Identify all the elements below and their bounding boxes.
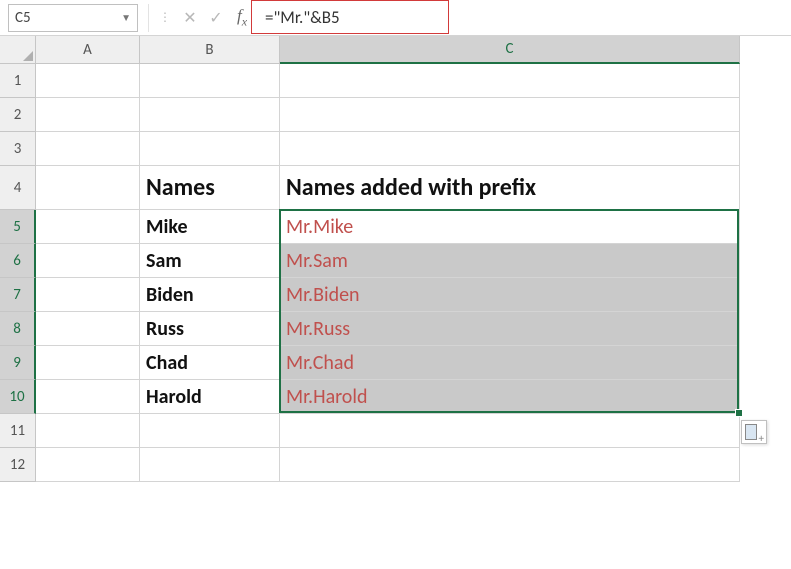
prefix-cell-8[interactable]: Mr.Russ	[280, 312, 740, 346]
formula-bar: C5 ▼ ⋮ ✕ ✓ fx ="Mr."&B5	[0, 0, 791, 36]
cell-C3[interactable]	[280, 132, 740, 166]
row-header-6[interactable]: 6	[0, 244, 36, 278]
name-cell-10[interactable]: Harold	[140, 380, 280, 414]
cell-B2[interactable]	[140, 98, 280, 132]
cell-A5[interactable]	[36, 210, 140, 244]
separator	[148, 4, 149, 32]
header-prefixed[interactable]: Names added with prefix	[280, 166, 740, 210]
chevron-down-icon: ▼	[121, 11, 131, 24]
row-header-11[interactable]: 11	[0, 414, 36, 448]
row-header-9[interactable]: 9	[0, 346, 36, 380]
row-header-12[interactable]: 12	[0, 448, 36, 482]
cell-A9[interactable]	[36, 346, 140, 380]
cell-B1[interactable]	[140, 64, 280, 98]
cell-A2[interactable]	[36, 98, 140, 132]
cell-A10[interactable]	[36, 380, 140, 414]
cell-C2[interactable]	[280, 98, 740, 132]
name-cell-5[interactable]: Mike	[140, 210, 280, 244]
close-icon: ✕	[183, 8, 196, 28]
row-header-1[interactable]: 1	[0, 64, 36, 98]
cell-A12[interactable]	[36, 448, 140, 482]
row-header-8[interactable]: 8	[0, 312, 36, 346]
cell-B12[interactable]	[140, 448, 280, 482]
cell-B11[interactable]	[140, 414, 280, 448]
cell-B3[interactable]	[140, 132, 280, 166]
cell-A11[interactable]	[36, 414, 140, 448]
header-names[interactable]: Names	[140, 166, 280, 210]
column-header-C[interactable]: C	[280, 36, 740, 64]
formula-text: ="Mr."&B5	[265, 7, 340, 28]
name-box[interactable]: C5 ▼	[8, 4, 138, 32]
cancel-button[interactable]: ✕	[177, 5, 203, 31]
column-header-A[interactable]: A	[36, 36, 140, 64]
name-cell-8[interactable]: Russ	[140, 312, 280, 346]
cell-C11[interactable]	[280, 414, 740, 448]
cell-A1[interactable]	[36, 64, 140, 98]
cell-A4[interactable]	[36, 166, 140, 210]
insert-function-button[interactable]: fx	[229, 5, 255, 31]
paste-options-button[interactable]	[741, 420, 767, 444]
cell-A6[interactable]	[36, 244, 140, 278]
cell-A3[interactable]	[36, 132, 140, 166]
dots-icon: ⋮	[159, 10, 171, 25]
formula-input[interactable]: ="Mr."&B5	[255, 4, 791, 32]
name-cell-7[interactable]: Biden	[140, 278, 280, 312]
row-header-2[interactable]: 2	[0, 98, 36, 132]
cell-C1[interactable]	[280, 64, 740, 98]
prefix-cell-9[interactable]: Mr.Chad	[280, 346, 740, 380]
cell-A8[interactable]	[36, 312, 140, 346]
row-header-10[interactable]: 10	[0, 380, 36, 414]
column-headers: ABC	[36, 36, 740, 64]
row-header-7[interactable]: 7	[0, 278, 36, 312]
row-header-4[interactable]: 4	[0, 166, 36, 210]
prefix-cell-5[interactable]: Mr.Mike	[280, 210, 740, 244]
fill-handle[interactable]	[735, 409, 743, 417]
spreadsheet-grid: ABC 1234NamesNames added with prefix5Mik…	[0, 36, 791, 482]
cell-A7[interactable]	[36, 278, 140, 312]
prefix-cell-10[interactable]: Mr.Harold	[280, 380, 740, 414]
column-header-B[interactable]: B	[140, 36, 280, 64]
name-box-value: C5	[15, 9, 31, 27]
prefix-cell-7[interactable]: Mr.Biden	[280, 278, 740, 312]
row-header-5[interactable]: 5	[0, 210, 36, 244]
name-cell-9[interactable]: Chad	[140, 346, 280, 380]
name-cell-6[interactable]: Sam	[140, 244, 280, 278]
enter-button[interactable]: ✓	[203, 5, 229, 31]
check-icon: ✓	[209, 8, 222, 28]
prefix-cell-6[interactable]: Mr.Sam	[280, 244, 740, 278]
select-all-corner[interactable]	[0, 36, 36, 64]
cell-C12[interactable]	[280, 448, 740, 482]
fx-icon: fx	[237, 6, 247, 29]
row-header-3[interactable]: 3	[0, 132, 36, 166]
